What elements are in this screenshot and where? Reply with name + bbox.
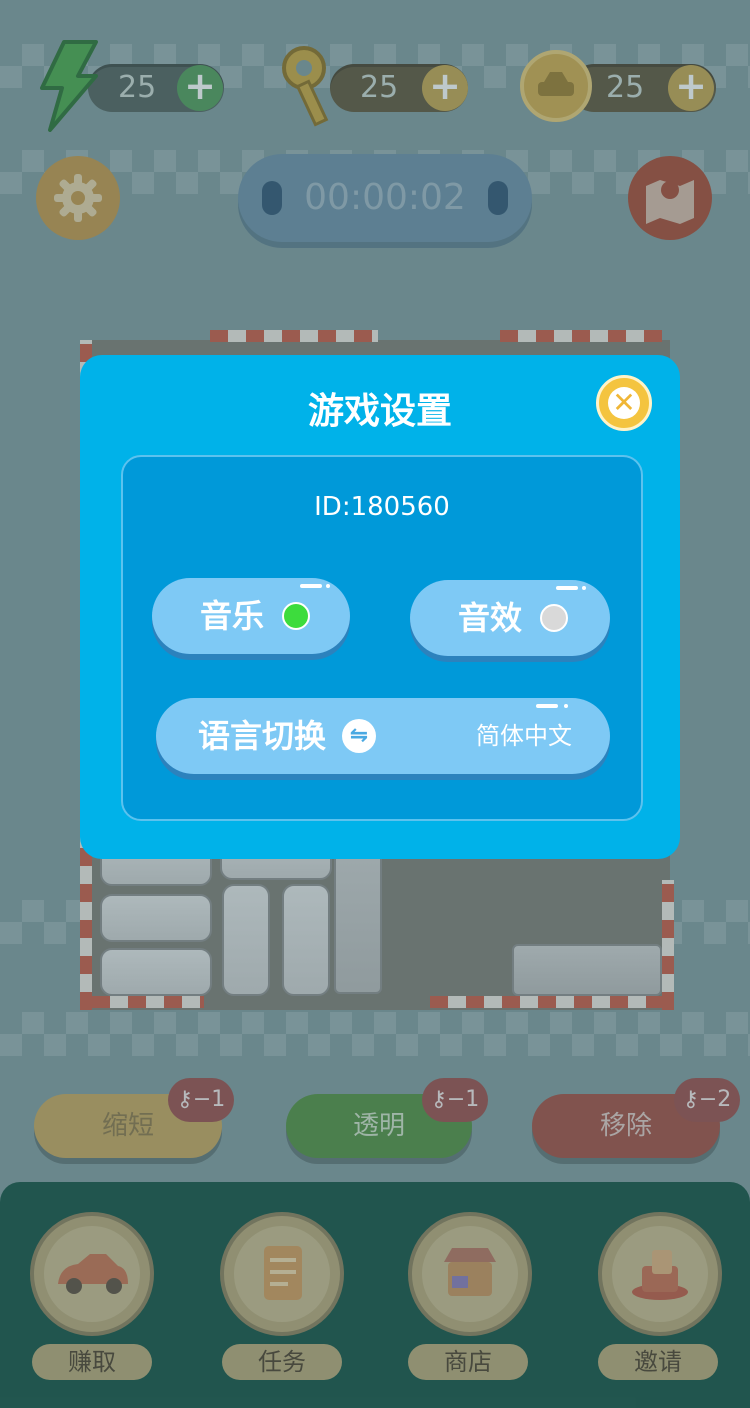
language-switch-button[interactable]: 语言切换 ⇋ 简体中文: [156, 698, 610, 774]
sfx-status-dot: [540, 604, 568, 632]
language-value: 简体中文: [476, 722, 572, 750]
shine-decoration: [582, 586, 586, 590]
shine-decoration: [556, 586, 578, 590]
shine-decoration: [564, 704, 568, 708]
language-label: 语言切换: [198, 717, 327, 755]
shine-decoration: [300, 584, 322, 588]
shine-decoration: [536, 704, 558, 708]
swap-icon: ⇋: [342, 719, 376, 753]
shine-decoration: [326, 584, 330, 588]
music-toggle[interactable]: 音乐: [152, 578, 350, 654]
sfx-label: 音效: [458, 599, 523, 637]
close-button[interactable]: ✕: [596, 375, 652, 431]
player-id: ID:180560: [314, 492, 450, 522]
close-icon: ✕: [608, 387, 640, 419]
sfx-toggle[interactable]: 音效: [410, 580, 610, 656]
music-status-dot: [282, 602, 310, 630]
music-label: 音乐: [200, 597, 265, 635]
